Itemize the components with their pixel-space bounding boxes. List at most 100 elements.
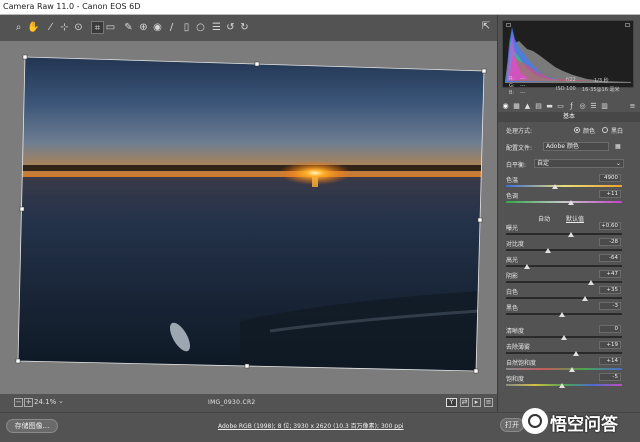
swap-view-icon[interactable]: ⇄ xyxy=(460,398,469,407)
spot-removal-icon[interactable]: ✎ xyxy=(122,21,135,34)
slider-track[interactable] xyxy=(506,233,622,235)
right-panel: R: --- G: --- B: --- f/22 1/3 秒 ISO 100 … xyxy=(497,15,640,412)
slider-label: 黑色 xyxy=(506,305,519,312)
default-button[interactable]: 默认值 xyxy=(566,214,584,223)
zoom-dropdown-icon[interactable]: ⌄ xyxy=(58,397,64,405)
slider-value-field[interactable]: -64 xyxy=(599,254,621,262)
wb-dropdown[interactable]: 自定 ⌄ xyxy=(534,159,624,168)
zoom-level[interactable]: 24.1% xyxy=(34,398,56,406)
slider-label: 色温 xyxy=(506,177,519,184)
photo-preview[interactable] xyxy=(0,41,497,394)
slider-value-field[interactable]: +11 xyxy=(599,190,621,198)
slider-label: 去除薄雾 xyxy=(506,344,531,351)
slider-value-field[interactable]: +0.60 xyxy=(599,222,621,230)
slider-value-field[interactable]: +35 xyxy=(599,286,621,294)
auto-button[interactable]: 自动 xyxy=(538,214,550,223)
rotate-cw-icon[interactable]: ↻ xyxy=(238,21,251,34)
tone-curve-icon[interactable]: ▦ xyxy=(512,102,521,111)
g-value: --- xyxy=(520,83,526,89)
zoom-in-button[interactable]: + xyxy=(24,398,33,407)
image-canvas[interactable] xyxy=(0,41,497,394)
snapshots-icon[interactable]: ▥ xyxy=(600,102,609,111)
file-name: IMG_0930.CR2 xyxy=(208,399,256,406)
slider-value-field[interactable]: +14 xyxy=(599,357,621,365)
slider-value-field[interactable]: 0 xyxy=(599,325,621,333)
slider-handle[interactable] xyxy=(587,280,594,285)
view-settings-icon[interactable]: ≡ xyxy=(484,398,493,407)
slider-handle[interactable] xyxy=(523,264,530,269)
slider-track[interactable] xyxy=(506,249,622,251)
red-eye-icon[interactable]: ⊕ xyxy=(137,21,150,34)
list-icon[interactable]: ☰ xyxy=(210,21,223,34)
adjustment-brush-icon[interactable]: ◉ xyxy=(151,21,164,34)
open-image-button[interactable]: 打开 xyxy=(500,418,524,432)
slider-value-field[interactable]: +47 xyxy=(599,270,621,278)
zoom-out-button[interactable]: − xyxy=(14,398,23,407)
bw-radio[interactable] xyxy=(602,127,608,133)
slider-value-field[interactable]: -28 xyxy=(599,238,621,246)
radial-filter-icon[interactable]: ▯ xyxy=(180,21,193,34)
chevron-down-icon: ⌄ xyxy=(615,160,621,167)
fx-icon[interactable]: ƒ xyxy=(567,102,576,111)
exif-aperture: f/22 xyxy=(566,77,576,83)
basic-icon[interactable]: ◉ xyxy=(501,102,510,111)
slider-handle[interactable] xyxy=(567,232,574,237)
slider-value-field[interactable]: +19 xyxy=(599,341,621,349)
profile-dropdown[interactable]: Adobe 颜色 xyxy=(543,142,609,151)
slider-track[interactable] xyxy=(506,368,622,370)
slider-track[interactable] xyxy=(506,185,622,187)
presets-list-icon[interactable]: ○ xyxy=(194,21,207,34)
color-sampler-icon[interactable]: ⊹ xyxy=(58,21,71,34)
hand-tool-icon[interactable]: ✋ xyxy=(27,21,40,34)
exif-iso: ISO 100 xyxy=(556,86,576,92)
calibration-icon[interactable]: ◎ xyxy=(578,102,587,111)
targeted-adjust-icon[interactable]: ⊙ xyxy=(72,21,85,34)
slider-value-field[interactable]: 4900 xyxy=(599,174,621,182)
slider-handle[interactable] xyxy=(551,184,558,189)
color-radio[interactable] xyxy=(574,127,580,133)
panel-menu-icon[interactable]: ≡ xyxy=(628,102,637,111)
r-label: R: xyxy=(509,76,515,82)
slider-track[interactable] xyxy=(506,352,622,354)
slider-handle[interactable] xyxy=(581,296,588,301)
lens-icon[interactable]: ▭ xyxy=(556,102,565,111)
profile-browser-icon[interactable]: ▦ xyxy=(615,143,621,150)
highlight-clipping-icon[interactable] xyxy=(625,23,630,27)
slider-track[interactable] xyxy=(506,281,622,283)
copy-settings-icon[interactable]: ▸ xyxy=(472,398,481,407)
detail-icon[interactable]: ▲ xyxy=(523,102,532,111)
slider-handle[interactable] xyxy=(567,200,574,205)
slider-label: 高光 xyxy=(506,257,519,264)
slider-handle[interactable] xyxy=(558,383,565,388)
fullscreen-icon[interactable]: ⇱ xyxy=(479,20,493,34)
hsl-icon[interactable]: ▤ xyxy=(534,102,543,111)
view-mode-button[interactable]: Y xyxy=(446,398,457,407)
workflow-options-link[interactable]: Adobe RGB (1998); 8 位; 3930 x 2620 (10.3… xyxy=(218,421,404,430)
presets-icon[interactable]: ☰ xyxy=(589,102,598,111)
zoom-tool-icon[interactable]: ⌕ xyxy=(12,21,25,34)
slider-value-field[interactable]: -5 xyxy=(599,373,621,381)
split-toning-icon[interactable]: ▬ xyxy=(545,102,554,111)
slider-handle[interactable] xyxy=(569,367,576,372)
shadow-clipping-icon[interactable] xyxy=(506,23,511,27)
panel-tabs: ◉ ▦ ▲ ▤ ▬ ▭ ƒ ◎ ☰ ▥ ≡ xyxy=(500,101,638,112)
bw-radio-label[interactable]: 黑白 xyxy=(611,126,623,135)
slider-label: 色调 xyxy=(506,193,519,200)
crop-icon[interactable]: ⌗ xyxy=(91,21,104,34)
white-balance-icon[interactable]: ⁄ xyxy=(44,21,57,34)
rotate-ccw-icon[interactable]: ↺ xyxy=(224,21,237,34)
slider-handle[interactable] xyxy=(544,248,551,253)
straighten-icon[interactable]: ▭ xyxy=(104,21,117,34)
camera-raw-window: Camera Raw 11.0 - Canon EOS 6D ⌕ ✋ ⁄ ⊹ ⊙… xyxy=(0,0,640,442)
slider-value-field[interactable]: -3 xyxy=(599,302,621,310)
graduated-filter-icon[interactable]: / xyxy=(165,21,178,34)
slider-handle[interactable] xyxy=(572,351,579,356)
slider-handle[interactable] xyxy=(561,335,567,340)
color-radio-label[interactable]: 颜色 xyxy=(583,126,595,135)
profile-label: 配置文件: xyxy=(506,145,533,152)
save-image-button[interactable]: 存储图像... xyxy=(6,419,58,433)
slider-track[interactable] xyxy=(506,201,622,203)
slider-handle[interactable] xyxy=(558,312,565,317)
slider-track[interactable] xyxy=(506,297,622,299)
wb-value: 自定 xyxy=(537,160,550,167)
